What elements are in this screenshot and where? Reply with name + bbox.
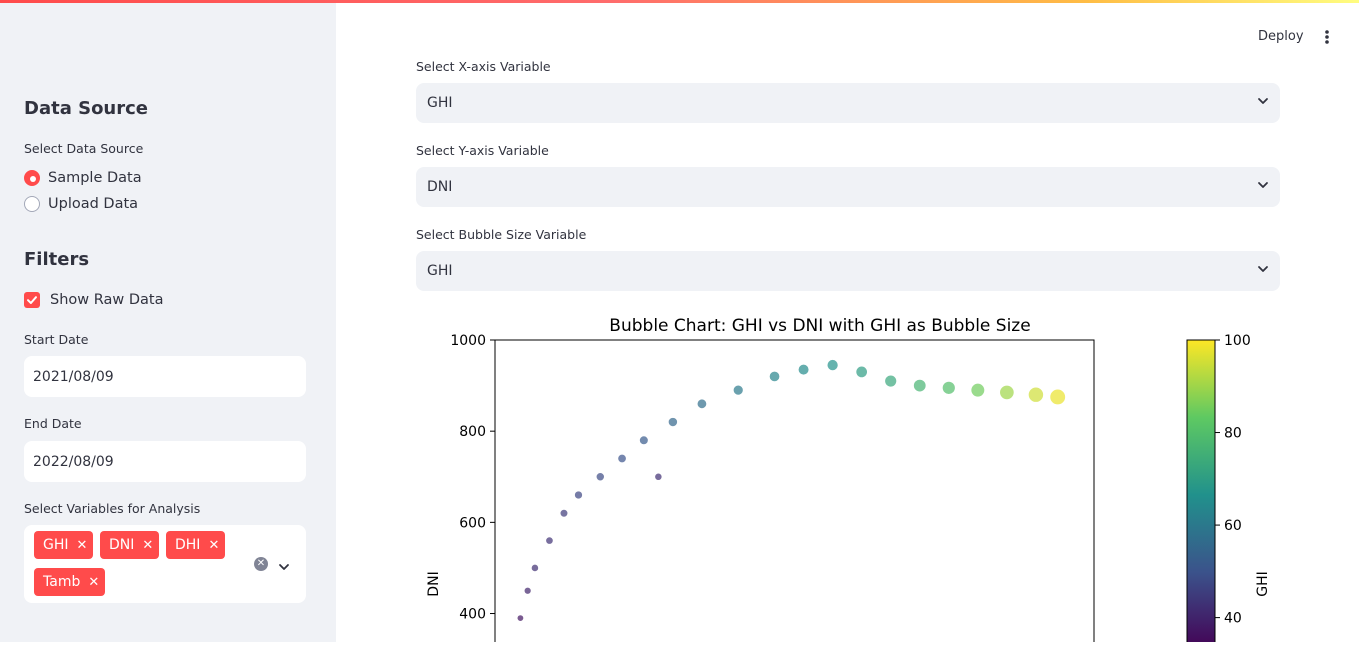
data-source-heading: Data Source (24, 98, 149, 119)
colorbar-tick-label: 100 (1224, 333, 1251, 349)
show-raw-data-checkbox[interactable]: Show Raw Data (24, 292, 163, 308)
scatter-point (523, 586, 532, 595)
scatter-point (516, 614, 525, 622)
variable-tag-label: DNI (109, 537, 135, 553)
end-date-label: End Date (24, 416, 82, 431)
radio-sample-data-label: Sample Data (48, 170, 142, 186)
y-axis-label-text: DNI (426, 571, 442, 596)
clear-all-icon[interactable]: ✕ (254, 557, 268, 571)
scatter-point (545, 536, 554, 545)
y-tick-label: 400 (459, 607, 486, 623)
scatter-point (639, 435, 649, 446)
colorbar-tick-label: 40 (1224, 611, 1242, 627)
y-axis-label: Select Y-axis Variable (416, 143, 549, 158)
variables-multiselect[interactable]: GHI ✕ DNI ✕ DHI ✕ Tamb ✕ ✕ (24, 525, 306, 603)
scatter-point (1027, 386, 1044, 403)
scatter-point (768, 370, 781, 383)
variable-tag-label: GHI (43, 537, 69, 553)
variable-tag[interactable]: DNI ✕ (100, 531, 160, 559)
scatter-point (884, 374, 898, 388)
chevron-down-icon (1257, 95, 1269, 111)
scatter-point (970, 382, 986, 398)
y-axis-select[interactable]: DNI (416, 167, 1280, 207)
y-tick-label: 800 (459, 424, 486, 440)
scatter-point (797, 363, 810, 376)
scatter-point (999, 384, 1015, 401)
bubble-size-select[interactable]: GHI (416, 251, 1280, 291)
data-source-label: Select Data Source (24, 141, 144, 156)
start-date-label: Start Date (24, 332, 89, 347)
radio-upload-data-label: Upload Data (48, 196, 139, 212)
bubble-size-value: GHI (427, 263, 453, 279)
scatter-point (654, 472, 663, 481)
checkbox-checked-icon (24, 292, 40, 308)
remove-tag-icon[interactable]: ✕ (88, 575, 99, 590)
y-axis-value: DNI (427, 179, 453, 195)
variable-tag[interactable]: Tamb ✕ (34, 568, 106, 596)
scatter-point (530, 563, 540, 573)
x-axis-select[interactable]: GHI (416, 83, 1280, 123)
scatter-point (732, 384, 744, 396)
scatter-point (913, 378, 927, 393)
variable-tag-label: DHI (175, 537, 201, 553)
variables-label: Select Variables for Analysis (24, 501, 201, 516)
colorbar (1186, 339, 1216, 646)
filters-heading: Filters (24, 249, 90, 270)
variable-tag[interactable]: DHI ✕ (166, 531, 226, 559)
deploy-button[interactable]: Deploy (1258, 29, 1304, 44)
remove-tag-icon[interactable]: ✕ (208, 538, 219, 553)
more-vert-icon[interactable] (1323, 29, 1331, 51)
end-date-input[interactable]: 2022/08/09 (24, 441, 306, 482)
scatter-point (1049, 388, 1066, 406)
remove-tag-icon[interactable]: ✕ (77, 538, 88, 553)
scatter-point (667, 417, 678, 428)
scatter-point (574, 490, 583, 500)
scatter-point (559, 508, 569, 518)
main-content: Deploy Select X-axis Variable GHI Select… (336, 0, 1359, 646)
top-decoration-bar (0, 0, 1359, 3)
bubble-chart-svg: Bubble Chart: GHI vs DNI with GHI as Bub… (426, 316, 1271, 646)
colorbar-label: GHI (1255, 571, 1271, 597)
scatter-point (696, 398, 708, 410)
radio-upload-data[interactable]: Upload Data (24, 196, 138, 212)
bubble-chart: Bubble Chart: GHI vs DNI with GHI as Bub… (416, 310, 1296, 646)
scatter-point (826, 359, 839, 372)
sidebar: Data Source Select Data Source Sample Da… (0, 0, 336, 642)
chevron-down-icon (1257, 263, 1269, 279)
start-date-input[interactable]: 2021/08/09 (24, 356, 306, 397)
chevron-down-icon (1257, 179, 1269, 195)
chevron-down-icon[interactable] (278, 558, 290, 577)
radio-checked-icon (24, 170, 40, 186)
colorbar-tick-label: 60 (1224, 518, 1242, 534)
show-raw-data-label: Show Raw Data (50, 292, 164, 308)
scatter-point (617, 453, 627, 464)
x-axis-value: GHI (427, 95, 453, 111)
bubble-size-label: Select Bubble Size Variable (416, 227, 587, 242)
scatter-point (855, 365, 868, 379)
x-axis-label: Select X-axis Variable (416, 59, 551, 74)
colorbar-tick-label: 80 (1224, 426, 1242, 442)
chart-title: Bubble Chart: GHI vs DNI with GHI as Bub… (609, 316, 1030, 336)
y-tick-label: 600 (459, 515, 486, 531)
variable-tag-label: Tamb (43, 574, 81, 590)
remove-tag-icon[interactable]: ✕ (142, 538, 153, 553)
variable-tag[interactable]: GHI ✕ (34, 531, 94, 559)
scatter-point (595, 472, 605, 482)
radio-sample-data[interactable]: Sample Data (24, 170, 142, 186)
scatter-point (941, 380, 956, 395)
y-tick-label: 1000 (450, 333, 486, 349)
radio-unchecked-icon (24, 196, 40, 212)
